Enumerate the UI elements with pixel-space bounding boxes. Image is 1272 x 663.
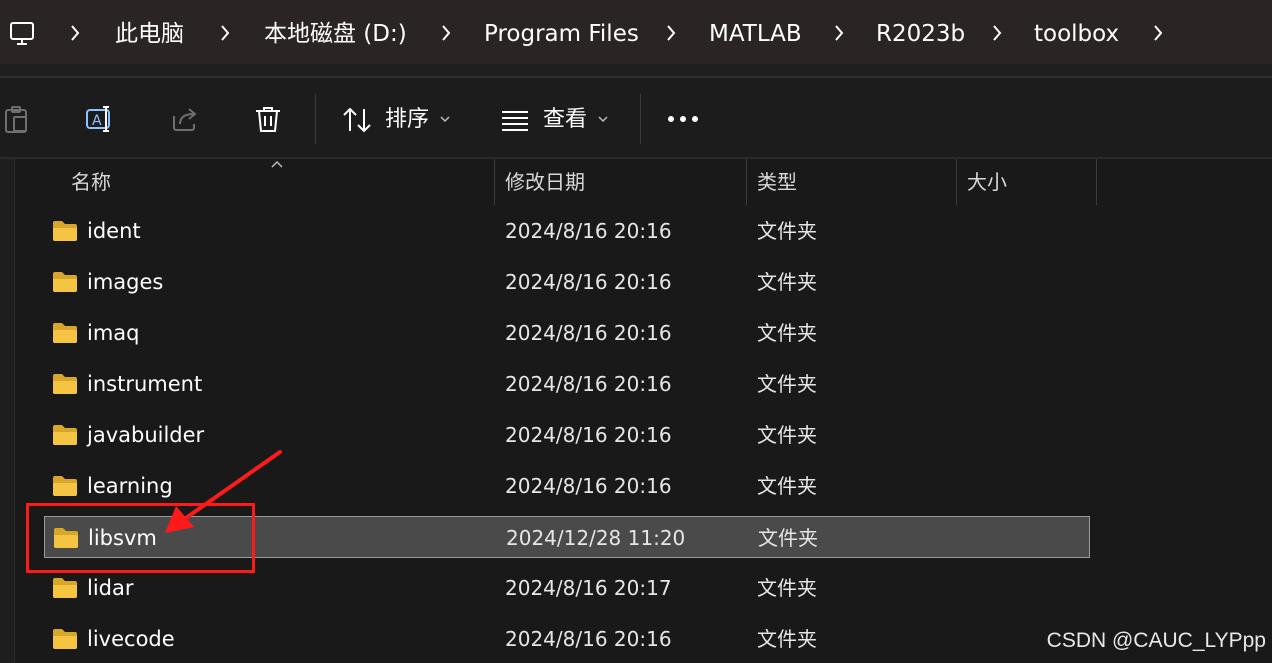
toolbar-separator [640, 94, 641, 144]
delete-icon[interactable] [253, 104, 283, 134]
column-header-modified[interactable]: 修改日期 [505, 159, 585, 205]
view-icon [502, 111, 528, 131]
chevron-down-icon [598, 116, 608, 123]
breadcrumb-program-files[interactable]: Program Files [484, 18, 639, 50]
folder-icon [53, 476, 77, 496]
column-header-size[interactable]: 大小 [967, 159, 1007, 205]
chevron-right-icon[interactable] [992, 24, 1002, 42]
sort-label: 排序 [385, 107, 430, 132]
file-name: imaq [87, 321, 140, 345]
breadcrumb-matlab[interactable]: MATLAB [709, 18, 802, 50]
file-modified-date: 2024/8/16 20:16 [505, 474, 672, 498]
breadcrumb-r2023b[interactable]: R2023b [876, 18, 965, 50]
file-type: 文件夹 [757, 627, 817, 651]
share-icon[interactable] [170, 104, 200, 134]
file-modified-date: 2024/8/16 20:17 [505, 576, 672, 600]
file-row[interactable]: instrument 2024/8/16 20:16 文件夹 [44, 363, 1090, 405]
paste-icon[interactable] [2, 104, 32, 134]
column-separator[interactable] [956, 159, 957, 205]
file-name: images [87, 270, 164, 294]
sort-ascending-icon [271, 160, 283, 168]
sort-button[interactable]: 排序 [342, 100, 457, 140]
file-type: 文件夹 [757, 576, 817, 600]
chevron-right-icon[interactable] [666, 24, 676, 42]
chevron-right-icon[interactable] [834, 24, 844, 42]
chevron-right-icon[interactable] [441, 24, 451, 42]
column-header-name[interactable]: 名称 [71, 159, 111, 205]
view-label: 查看 [543, 107, 588, 132]
file-row[interactable]: lidar 2024/8/16 20:17 文件夹 [44, 567, 1090, 609]
folder-icon [53, 629, 77, 649]
file-type: 文件夹 [758, 526, 818, 550]
chevron-down-icon [440, 116, 450, 123]
folder-icon [53, 323, 77, 343]
toolbar-separator [315, 94, 316, 144]
file-row[interactable]: imaq 2024/8/16 20:16 文件夹 [44, 312, 1090, 354]
rename-icon[interactable]: A [85, 104, 115, 134]
svg-text:A: A [92, 113, 102, 129]
file-type: 文件夹 [757, 321, 817, 345]
address-bar[interactable]: 此电脑 本地磁盘 (D:) Program Files MATLAB R2023… [0, 0, 1272, 64]
breadcrumb-toolbox[interactable]: toolbox [1034, 18, 1119, 50]
file-name: instrument [87, 372, 203, 396]
column-header-type[interactable]: 类型 [757, 159, 797, 205]
file-name: learning [87, 474, 173, 498]
chevron-right-icon[interactable] [220, 24, 230, 42]
file-row[interactable]: javabuilder 2024/8/16 20:16 文件夹 [44, 414, 1090, 456]
breadcrumb-local-disk[interactable]: 本地磁盘 (D:) [264, 18, 407, 50]
file-modified-date: 2024/8/16 20:16 [505, 270, 672, 294]
watermark-text: CSDN @CAUC_LYPpp [1046, 629, 1266, 652]
breadcrumb-this-pc[interactable]: 此电脑 [115, 18, 184, 50]
file-name: javabuilder [87, 423, 205, 447]
file-type: 文件夹 [757, 474, 817, 498]
computer-icon[interactable] [8, 20, 36, 48]
file-name: ident [87, 219, 141, 243]
file-name: lidar [87, 576, 134, 600]
file-row[interactable]: images 2024/8/16 20:16 文件夹 [44, 261, 1090, 303]
chevron-right-icon[interactable] [1153, 24, 1163, 42]
column-separator[interactable] [1096, 159, 1097, 205]
file-explorer-window: 此电脑 本地磁盘 (D:) Program Files MATLAB R2023… [0, 0, 1272, 663]
file-type: 文件夹 [757, 219, 817, 243]
file-name: livecode [87, 627, 175, 651]
file-modified-date: 2024/8/16 20:16 [505, 219, 672, 243]
folder-icon [53, 578, 77, 598]
column-separator[interactable] [746, 159, 747, 205]
file-type: 文件夹 [757, 423, 817, 447]
file-row[interactable]: livecode 2024/8/16 20:16 文件夹 [44, 618, 1090, 660]
file-modified-date: 2024/8/16 20:16 [505, 321, 672, 345]
file-modified-date: 2024/8/16 20:16 [505, 372, 672, 396]
file-modified-date: 2024/8/16 20:16 [505, 423, 672, 447]
file-type: 文件夹 [757, 270, 817, 294]
sort-icon [343, 107, 371, 133]
file-row[interactable]: ident 2024/8/16 20:16 文件夹 [44, 210, 1090, 252]
column-separator[interactable] [494, 159, 495, 205]
view-button[interactable]: 查看 [500, 100, 615, 140]
file-list: 名称 修改日期 类型 大小 ident 2024/8/16 20:16 文件夹 ima… [0, 159, 1272, 663]
file-type: 文件夹 [757, 372, 817, 396]
file-modified-date: 2024/12/28 11:20 [506, 526, 686, 550]
folder-icon [53, 425, 77, 445]
file-modified-date: 2024/8/16 20:16 [505, 627, 672, 651]
folder-icon [53, 221, 77, 241]
chevron-right-icon[interactable] [70, 24, 80, 42]
more-options-icon[interactable] [666, 114, 700, 124]
file-row[interactable]: learning 2024/8/16 20:16 文件夹 [44, 465, 1090, 507]
folder-icon [53, 374, 77, 394]
folder-icon [53, 272, 77, 292]
command-bar: A 排序 查看 [0, 78, 1272, 158]
navigation-pane-edge [0, 159, 15, 663]
annotation-highlight-box [26, 503, 255, 573]
